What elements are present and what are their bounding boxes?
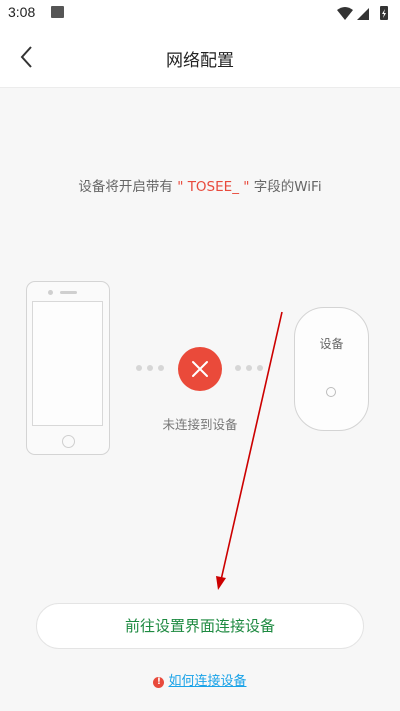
connection-dots-right: [235, 365, 275, 373]
status-icons: [337, 6, 388, 20]
info-prefix: 设备将开启带有: [78, 179, 173, 195]
connection-error-badge: [178, 347, 222, 391]
info-suffix: 字段的WiFi: [253, 179, 322, 195]
phone-home-button: [62, 435, 75, 448]
wifi-icon: [337, 7, 353, 20]
wifi-info-text: 设备将开启带有 " TOSEE_ " 字段的WiFi: [0, 175, 400, 195]
phone-camera: [48, 290, 53, 295]
status-time: 3:08: [8, 4, 36, 20]
close-icon: [192, 361, 208, 377]
signal-icon: [357, 8, 369, 20]
device-label: 设备: [319, 337, 344, 351]
phone-speaker: [60, 291, 77, 294]
device-illustration: 设备: [294, 307, 369, 431]
connection-dots-left: [136, 365, 176, 373]
how-to-connect-link[interactable]: 如何连接设备: [168, 674, 246, 689]
page-title: 网络配置: [166, 51, 234, 71]
ssid-prefix-highlight: " TOSEE_ ": [177, 179, 250, 195]
device-indicator-light: [326, 387, 336, 397]
nav-bar: 网络配置: [0, 26, 400, 88]
image-icon: [51, 6, 64, 18]
exclamation-icon: !: [153, 677, 165, 688]
go-to-settings-button[interactable]: 前往设置界面连接设备: [36, 603, 364, 649]
phone-screen: [32, 301, 103, 426]
status-bar: 3:08: [0, 0, 400, 26]
help-row: ! 如何连接设备: [0, 670, 400, 689]
